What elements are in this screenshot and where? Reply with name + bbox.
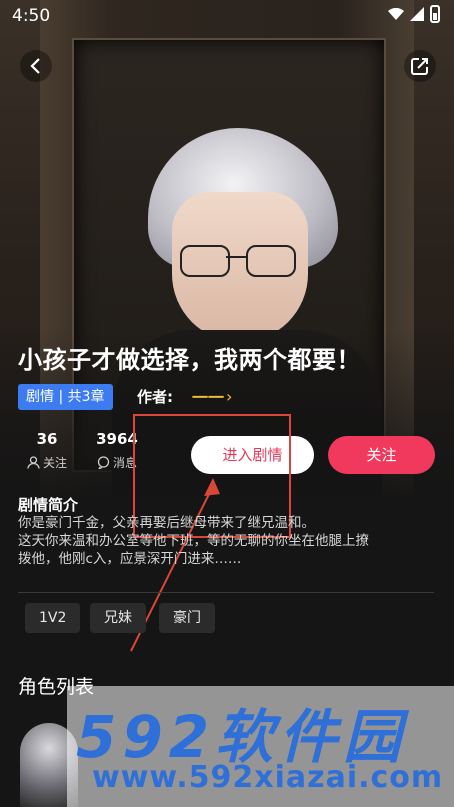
tag-chip[interactable]: 兄妹 (90, 603, 146, 633)
stat-label: 关注 (42, 456, 67, 470)
user-icon (27, 456, 40, 469)
intro-text: 你是豪门千金，父亲再娶后继母带来了继兄温和。 这天你来温和办公室等他下班，等的无… (18, 514, 438, 568)
screen: 4:50 小孩子才做选择，我两个都要！ 剧情 | 共3章 作者: 一一 › 36… (0, 0, 454, 807)
watermark-url: www.592xiazai.com (92, 760, 444, 795)
stat-label-row: 关注 (22, 454, 72, 471)
chat-icon (97, 456, 110, 469)
share-button[interactable] (404, 50, 436, 82)
status-bar: 4:50 (0, 0, 454, 32)
tag-chip[interactable]: 豪门 (159, 603, 215, 633)
author-label: 作者: (137, 388, 173, 406)
signal-icon (410, 7, 424, 21)
intro-line: 拨他，他刚c入，应景深开门进来…… (18, 551, 242, 567)
intro-line: 这天你来温和办公室等他下班，等的无聊的你坐在他腿上撩 (18, 533, 369, 549)
tag-chip[interactable]: 1V2 (25, 603, 81, 633)
glasses-right (246, 245, 296, 277)
stat-followers: 36 关注 (22, 430, 72, 471)
stat-value: 36 (36, 430, 58, 448)
intro-heading: 剧情简介 (18, 496, 79, 514)
divider (18, 592, 434, 593)
chevron-right-icon[interactable]: › (226, 387, 232, 406)
glasses-bridge (226, 256, 246, 258)
status-time: 4:50 (12, 6, 51, 26)
glasses-left (180, 245, 230, 277)
follow-button[interactable]: 关注 (328, 436, 435, 474)
share-icon (411, 58, 428, 75)
back-button[interactable] (20, 50, 52, 82)
wifi-icon (388, 8, 404, 20)
category-badge: 剧情 | 共3章 (18, 384, 113, 410)
intro-line: 你是豪门千金，父亲再娶后继母带来了继兄温和。 (18, 515, 315, 531)
system-icons (388, 5, 440, 23)
battery-icon (430, 5, 440, 23)
novel-title: 小孩子才做选择，我两个都要！ (18, 346, 361, 374)
author-name[interactable]: 一一 (192, 384, 224, 408)
back-arrow-icon (30, 58, 40, 74)
